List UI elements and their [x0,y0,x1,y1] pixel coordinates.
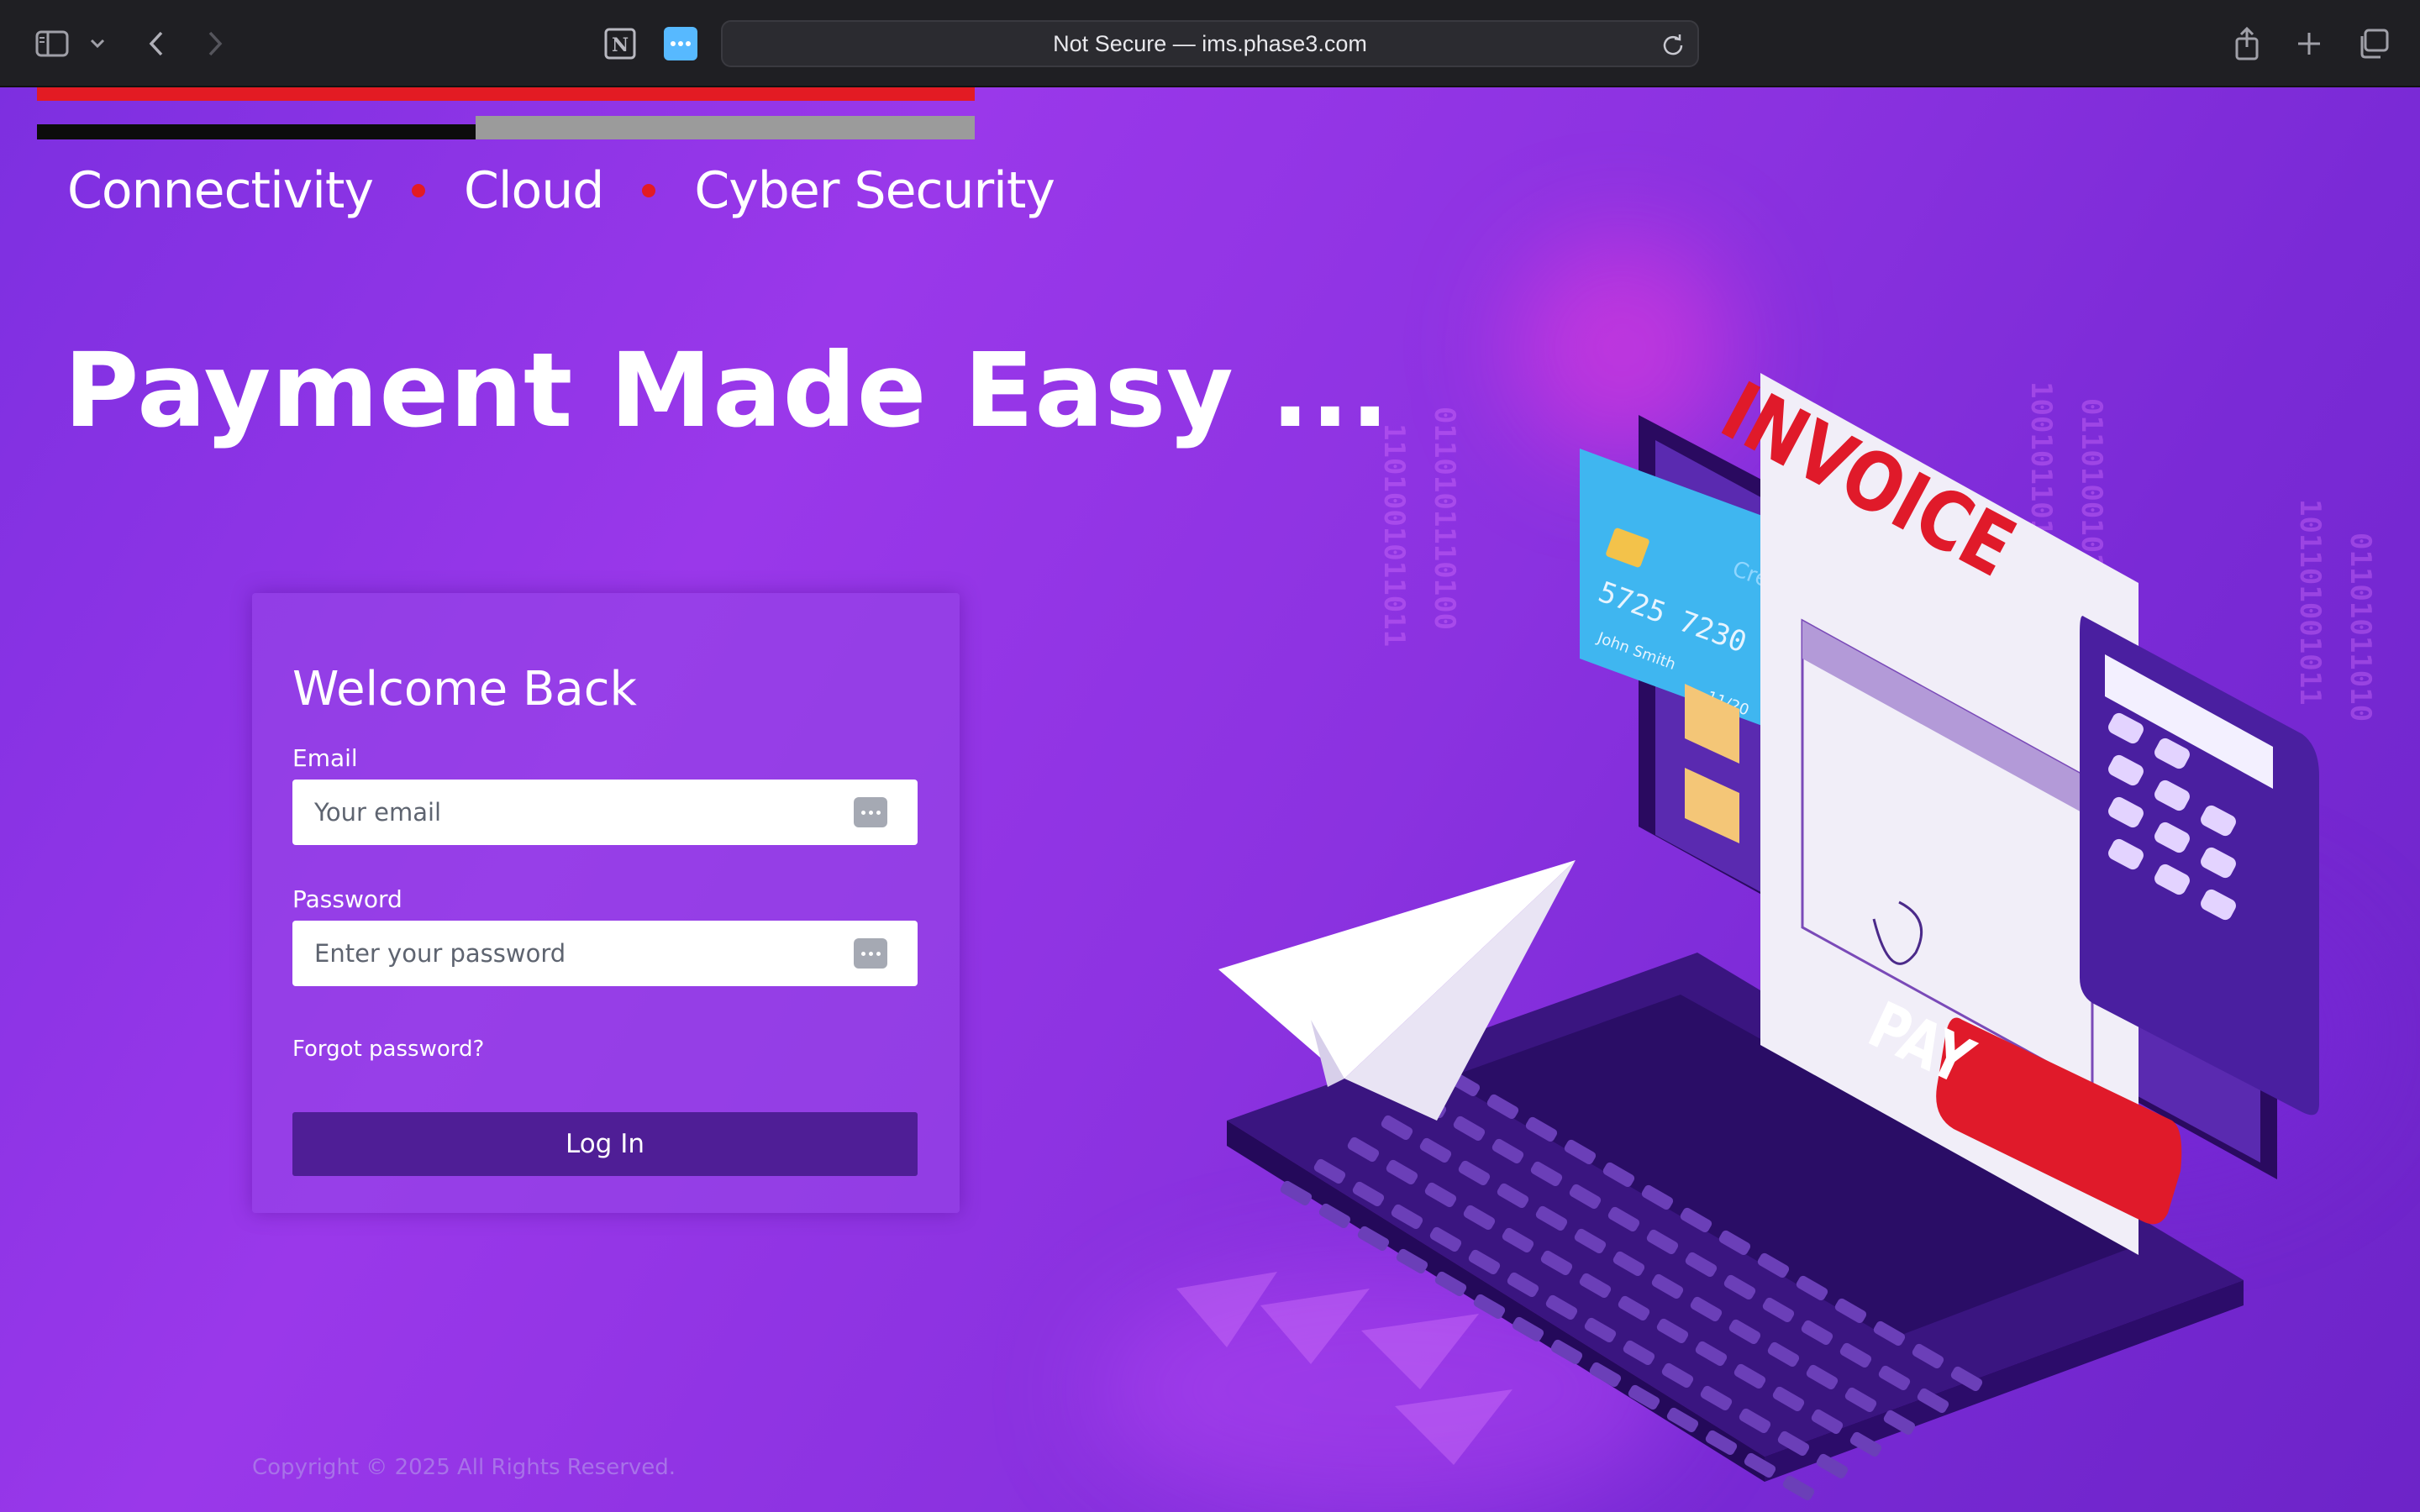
reload-icon[interactable] [1660,32,1686,61]
password-label: Password [292,885,402,913]
brand-bar-black [37,124,476,139]
tagline-connectivity: Connectivity [67,161,374,220]
chevron-down-icon[interactable] [87,22,108,66]
autofill-key-icon[interactable] [854,938,887,969]
laptop-illustration-svg: 5725 7230 77 John Smith 11/20 Cre INVOIC… [1176,365,2319,1501]
password-extension-icon[interactable] [664,27,697,60]
login-button[interactable]: Log In [292,1112,918,1176]
payment-illustration: 1101001011011 0110101110100 100101101011… [1176,281,2420,1512]
brand-bar-gray [476,116,975,139]
forward-arrow-icon[interactable] [200,22,230,66]
autofill-key-icon[interactable] [854,797,887,827]
email-field [292,780,918,845]
password-field [292,921,918,986]
address-bar[interactable]: Not Secure — ims.phase3.com [721,20,1699,67]
tagline: Connectivity Cloud Cyber Security [67,161,1055,220]
sidebar-toggle-icon[interactable] [32,22,72,66]
email-label: Email [292,744,358,772]
browser-toolbar: N Not Secure — ims.phase3.com [0,0,2420,87]
tagline-separator-dot [411,184,425,197]
decor-arrows [1176,1272,1512,1465]
password-input[interactable] [314,939,835,968]
brand-bar-red [37,87,975,101]
forgot-password-link[interactable]: Forgot password? [292,1037,484,1062]
tagline-cloud: Cloud [463,161,604,220]
notion-extension-icon[interactable]: N [602,25,639,62]
tagline-separator-dot [642,184,656,197]
email-input[interactable] [314,798,835,827]
page-content: Connectivity Cloud Cyber Security Paymen… [0,87,2420,1512]
back-arrow-icon[interactable] [141,22,171,66]
tagline-cyber-security: Cyber Security [694,161,1055,220]
copyright-text: Copyright © 2025 All Rights Reserved. [252,1455,676,1480]
tab-overview-icon[interactable] [2354,22,2391,66]
keyboard-key [1782,1475,1815,1501]
svg-text:N: N [612,34,629,56]
new-tab-icon[interactable] [2292,22,2326,66]
share-icon[interactable] [2230,22,2264,66]
login-card: Welcome Back Email Password Forgot passw… [252,593,960,1213]
address-text: Not Secure — ims.phase3.com [1053,30,1367,56]
login-title: Welcome Back [292,662,637,717]
